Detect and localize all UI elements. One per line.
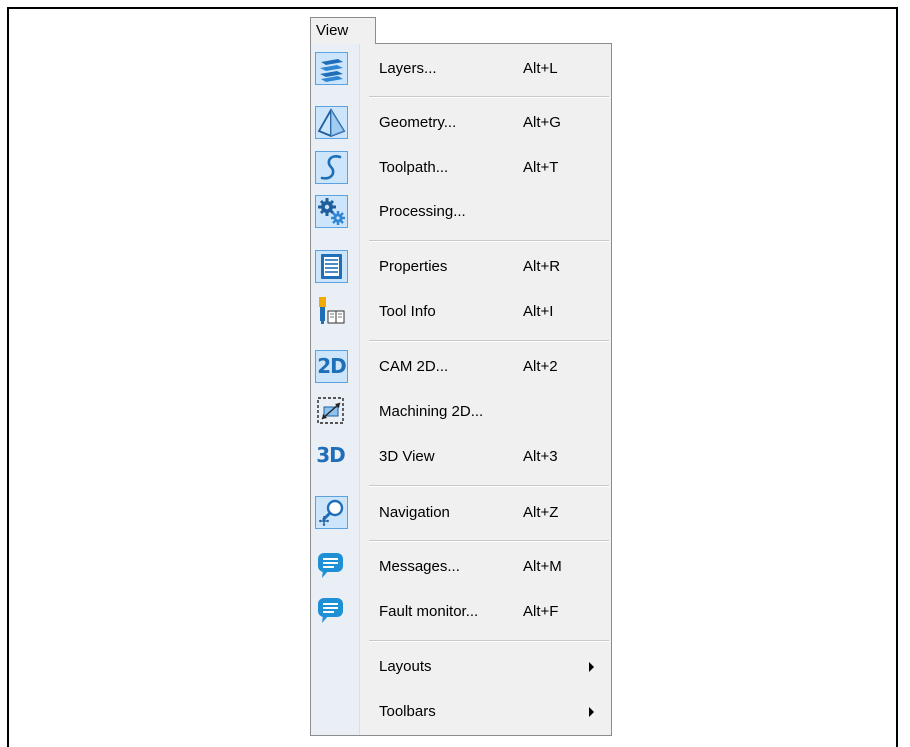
menu-item-label: Fault monitor... (379, 603, 479, 620)
menu-item-messages[interactable]: Messages... Alt+M (311, 545, 611, 589)
menu-item-geometry[interactable]: Geometry... Alt+G (311, 101, 611, 145)
speech-bubble-icon (315, 595, 348, 628)
submenu-arrow-icon (589, 707, 594, 717)
menu-item-shortcut: Alt+G (523, 114, 561, 131)
menu-item-label: Toolpath... (379, 159, 449, 176)
menu-item-label: Processing... (379, 203, 466, 220)
menu-item-label: Properties (379, 258, 448, 275)
document-list-icon (315, 250, 348, 283)
menu-item-layers[interactable]: Layers... Alt+L (311, 47, 611, 91)
toolpath-curve-icon (315, 151, 348, 184)
menu-item-shortcut: Alt+I (523, 303, 554, 320)
menu-separator (369, 340, 609, 342)
menu-item-label: Layers... (379, 60, 437, 77)
menu-item-properties[interactable]: Properties Alt+R (311, 245, 611, 289)
3d-icon: 3D (315, 440, 348, 473)
menu-separator (369, 540, 609, 542)
menu-item-label: 3D View (379, 448, 435, 465)
menu-bar-view[interactable]: View (310, 17, 376, 44)
menu-item-shortcut: Alt+L (523, 60, 558, 77)
menu-item-label: CAM 2D... (379, 358, 449, 375)
layers-icon (315, 52, 348, 85)
pyramid-icon (315, 106, 348, 139)
menu-item-label: Machining 2D... (379, 403, 484, 420)
menu-item-shortcut: Alt+F (523, 603, 559, 620)
menu-separator (369, 240, 609, 242)
submenu-arrow-icon (589, 662, 594, 672)
speech-bubble-icon (315, 550, 348, 583)
menu-separator (369, 96, 609, 98)
menu-item-navigation[interactable]: Navigation Alt+Z (311, 491, 611, 535)
menu-item-label: Navigation (379, 504, 450, 521)
menu-item-3d-view[interactable]: 3D 3D View Alt+3 (311, 435, 611, 479)
menu-item-fault-monitor[interactable]: Fault monitor... Alt+F (311, 590, 611, 634)
menu-item-cam-2d[interactable]: 2D CAM 2D... Alt+2 (311, 345, 611, 389)
menu-item-processing[interactable]: Processing... (311, 190, 611, 234)
menu-item-toolpath[interactable]: Toolpath... Alt+T (311, 146, 611, 190)
menu-item-shortcut: Alt+T (523, 159, 559, 176)
menu-item-shortcut: Alt+2 (523, 358, 558, 375)
view-menu-dropdown: Layers... Alt+L Geometry... Alt+G Toolpa… (310, 43, 612, 736)
2d-icon: 2D (315, 350, 348, 383)
menu-item-toolbars[interactable]: Toolbars (311, 690, 611, 734)
menu-item-shortcut: Alt+M (523, 558, 562, 575)
magnifier-move-icon (315, 496, 348, 529)
2d-icon-text: 2D (317, 354, 347, 378)
gears-icon (315, 195, 348, 228)
machining-frame-icon (315, 395, 348, 428)
menu-item-label: Messages... (379, 558, 460, 575)
menu-item-shortcut: Alt+R (523, 258, 561, 275)
menu-item-layouts[interactable]: Layouts (311, 645, 611, 689)
menu-item-label: Toolbars (379, 703, 436, 720)
menu-item-label: Tool Info (379, 303, 436, 320)
menu-item-label: Layouts (379, 658, 432, 675)
menu-separator (369, 640, 609, 642)
menu-item-shortcut: Alt+Z (523, 504, 559, 521)
menu-item-tool-info[interactable]: Tool Info Alt+I (311, 290, 611, 334)
tool-book-icon (315, 295, 348, 328)
menu-item-shortcut: Alt+3 (523, 448, 558, 465)
3d-icon-text: 3D (316, 443, 346, 467)
menu-item-label: Geometry... (379, 114, 457, 131)
menu-separator (369, 485, 609, 487)
menu-item-machining-2d[interactable]: Machining 2D... (311, 390, 611, 434)
